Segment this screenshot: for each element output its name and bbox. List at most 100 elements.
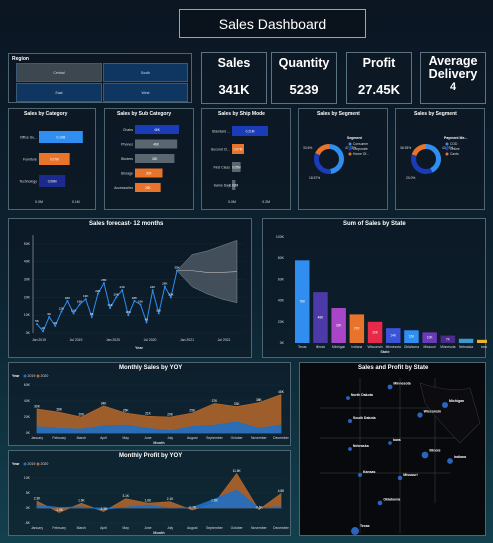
card-segment1: Sales by Segment47.83%33.6%18.57%Segment…	[298, 108, 388, 210]
kpi-quantity-value: 5239	[289, 82, 319, 97]
axis-tick-label: 0.2M	[262, 200, 270, 204]
data-label: 2.1K	[167, 497, 174, 501]
axis-tick-label: Missouri	[424, 345, 437, 349]
bar-data-label: 14K	[390, 334, 397, 338]
bar-category-label: First Class	[213, 166, 230, 170]
axis-tick-label: Texas	[298, 345, 307, 349]
data-label: 26K	[56, 408, 63, 412]
data-label: 6K	[145, 317, 149, 321]
region-slicer: Region Central South East West	[8, 53, 192, 103]
map-bubble	[417, 412, 423, 418]
region-slicer-title: Region	[12, 56, 29, 62]
legend-title: Year	[12, 462, 20, 466]
kpi-profit-label: Profit	[362, 56, 396, 70]
kpi-quantity-label: Quantity	[278, 56, 330, 70]
region-option-central[interactable]: Central	[16, 63, 102, 82]
bar-data-label: 0.05M	[232, 166, 241, 170]
axis-tick-label: July	[167, 526, 173, 530]
axis-tick-label: 0K	[280, 341, 285, 345]
series-point	[133, 299, 136, 302]
bar-data-label: 0.21M	[246, 130, 255, 134]
axis-tick-label: April	[100, 526, 107, 530]
legend-marker	[23, 462, 27, 466]
axis-tick-label: 50K	[24, 242, 31, 246]
bar	[477, 339, 487, 343]
axis-tick-label: November	[251, 436, 268, 440]
series-point	[90, 315, 93, 318]
bar-category-label: Office Su...	[20, 136, 37, 140]
axis-tick-label: -5K	[25, 521, 31, 525]
axis-tick-label: July	[167, 436, 173, 440]
donut-data-label: 33.6%	[303, 146, 312, 150]
map-place-label: Kansas	[363, 470, 376, 474]
bar-category-label: Furniture	[23, 158, 37, 162]
map-bubble	[397, 475, 403, 481]
bar-category-label: Standard ...	[212, 130, 230, 134]
series-point	[115, 296, 118, 299]
card-monthly-sales: Monthly Sales by YOY 0K 20K 40K 60K 30K 26K 20K…	[8, 362, 291, 446]
legend-marker	[23, 374, 27, 378]
donut-data-label: 18.57%	[309, 176, 320, 180]
data-label: 18K	[132, 296, 137, 300]
donut-slice	[411, 154, 433, 174]
bar-data-label: 30K	[146, 172, 153, 176]
axis-tick-label: February	[52, 526, 66, 530]
map-bubble	[447, 458, 453, 464]
axis-tick-label: Nebraska	[459, 345, 473, 349]
series-point	[109, 307, 112, 310]
map-chart[interactable]: Minnesota North Dakota South Dakota Wiscons…	[300, 363, 487, 537]
series-point	[176, 269, 178, 272]
region-option-west[interactable]: West	[103, 83, 188, 102]
axis-tick-label: December	[273, 436, 290, 440]
axis-tick-label: 60K	[278, 277, 285, 281]
data-label: 18K	[65, 296, 70, 300]
data-label: 24K	[150, 285, 155, 289]
data-label: 20K	[168, 292, 173, 296]
axis-tick-label: Michigan	[332, 345, 345, 349]
dashboard-title: Sales Dashboard	[179, 9, 366, 38]
legend-label: COD	[450, 142, 458, 146]
axis-tick-label: 40K	[24, 399, 31, 403]
donut-slice	[426, 144, 441, 173]
legend-title: Segment	[347, 136, 363, 140]
legend-label: Cards	[450, 152, 459, 156]
data-label: 48K	[278, 390, 285, 394]
subcategory-chart: Chairs 48K Phones 46K Binders 43K Storage 30K Ac…	[114, 125, 179, 192]
legend-marker	[36, 462, 40, 466]
region-option-south[interactable]: South	[103, 63, 188, 82]
bar-data-label: 0.07M	[50, 158, 59, 162]
series-point	[78, 303, 81, 306]
bar-data-label: 0.10M	[56, 136, 65, 140]
map-place-label: Nebraska	[353, 444, 369, 448]
bar-data-label: 0.02M	[229, 184, 238, 188]
axis-tick-label: 0K	[26, 506, 31, 510]
legend-label: 2019	[28, 374, 36, 378]
map-bubble	[347, 418, 353, 424]
data-label: 1.6K	[211, 499, 218, 503]
legend-label: Home Of...	[353, 152, 369, 156]
axis-tick-label: 100K	[276, 235, 285, 239]
donut-slice	[411, 144, 426, 156]
data-label: 1.6K	[78, 499, 85, 503]
data-label: 2.3K	[34, 497, 41, 501]
data-label: 24K	[120, 285, 125, 289]
data-label: -0.6K	[255, 505, 263, 509]
axis-tick-label: 40K	[278, 299, 285, 303]
segment-donut-1: 47.83%33.6%18.57%SegmentConsumerCorporat…	[303, 136, 369, 180]
bar-data-label: 27K	[354, 327, 361, 331]
data-label: 3.1K	[122, 494, 129, 498]
dashboard-title-text: Sales Dashboard	[218, 15, 327, 32]
axis-tick-label: October	[231, 436, 244, 440]
bar-data-label: 46K	[153, 143, 160, 147]
axis-tick-label: August	[187, 436, 198, 440]
series-point	[169, 296, 172, 299]
legend-label: 2020	[41, 374, 49, 378]
region-option-east[interactable]: East	[16, 83, 102, 102]
legend-marker	[445, 142, 449, 146]
map-place-label: Minnesota	[393, 382, 410, 386]
bar-category-label: Binders	[121, 157, 133, 161]
card-map: Sales and Profit by State Minnesota North…	[299, 362, 486, 536]
bar-data-label: 78K	[299, 300, 306, 304]
axis-tick-label: 20K	[24, 415, 31, 419]
series-point	[60, 310, 63, 313]
